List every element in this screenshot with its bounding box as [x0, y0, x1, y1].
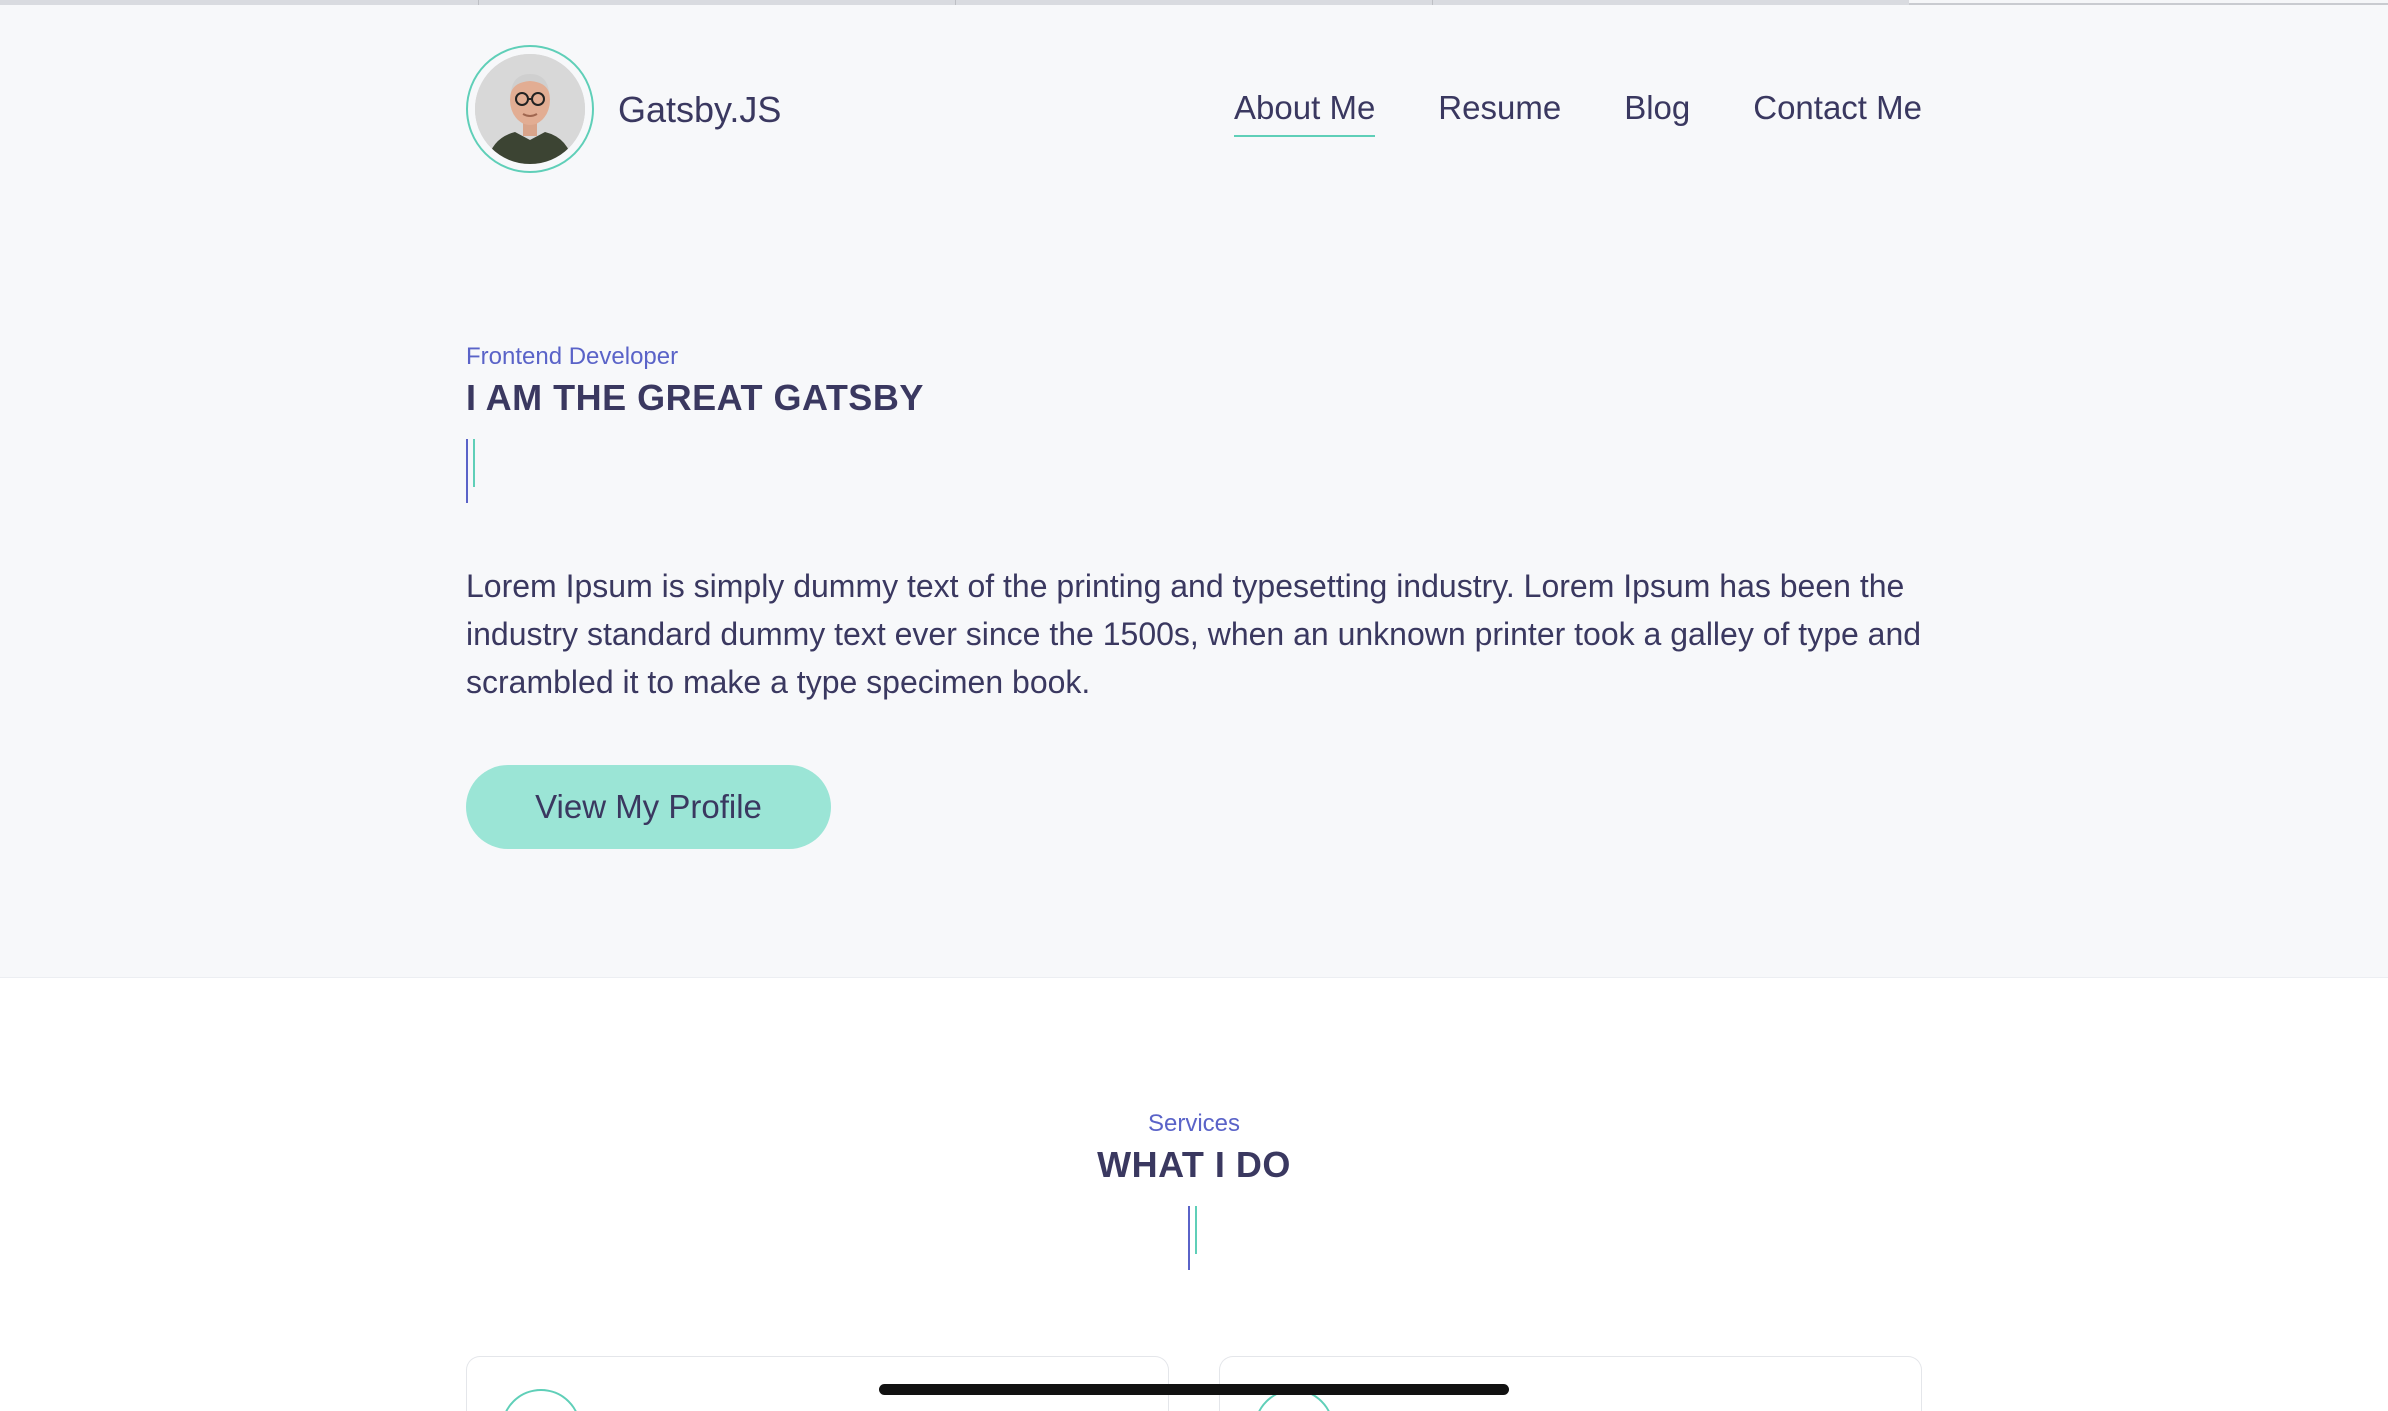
- avatar-ring[interactable]: [466, 45, 594, 173]
- heading-divider: [466, 439, 478, 503]
- service-icon-ring: [501, 1389, 581, 1411]
- avatar-person-icon: [475, 54, 585, 164]
- nav-item-about-me[interactable]: About Me: [1234, 89, 1376, 137]
- hero-section: Gatsby.JS About Me Resume Blog Contact M…: [0, 5, 2388, 978]
- avatar: [475, 54, 585, 164]
- hero-bio: Lorem Ipsum is simply dummy text of the …: [466, 568, 1922, 700]
- services-title: WHAT I DO: [1097, 1144, 1291, 1185]
- services-eyebrow: Services: [1147, 1110, 1241, 1137]
- intro-block: Frontend Developer I AM THE GREAT GATSBY: [466, 343, 1922, 503]
- view-profile-button[interactable]: View My Profile: [466, 765, 831, 849]
- services-heading-divider: [1188, 1206, 1200, 1270]
- site-header: Gatsby.JS About Me Resume Blog Contact M…: [466, 45, 1922, 177]
- brand-name[interactable]: Gatsby.JS: [618, 89, 781, 131]
- home-indicator-bar[interactable]: [879, 1384, 1509, 1395]
- hero-title: I AM THE GREAT GATSBY: [466, 377, 924, 418]
- nav-item-resume[interactable]: Resume: [1438, 89, 1561, 135]
- nav-item-contact-me[interactable]: Contact Me: [1753, 89, 1922, 135]
- nav-item-blog[interactable]: Blog: [1624, 89, 1690, 135]
- hero-eyebrow: Frontend Developer: [466, 343, 679, 370]
- main-nav: About Me Resume Blog Contact Me: [1234, 89, 1922, 137]
- services-header: Services WHAT I DO: [0, 1110, 2388, 1270]
